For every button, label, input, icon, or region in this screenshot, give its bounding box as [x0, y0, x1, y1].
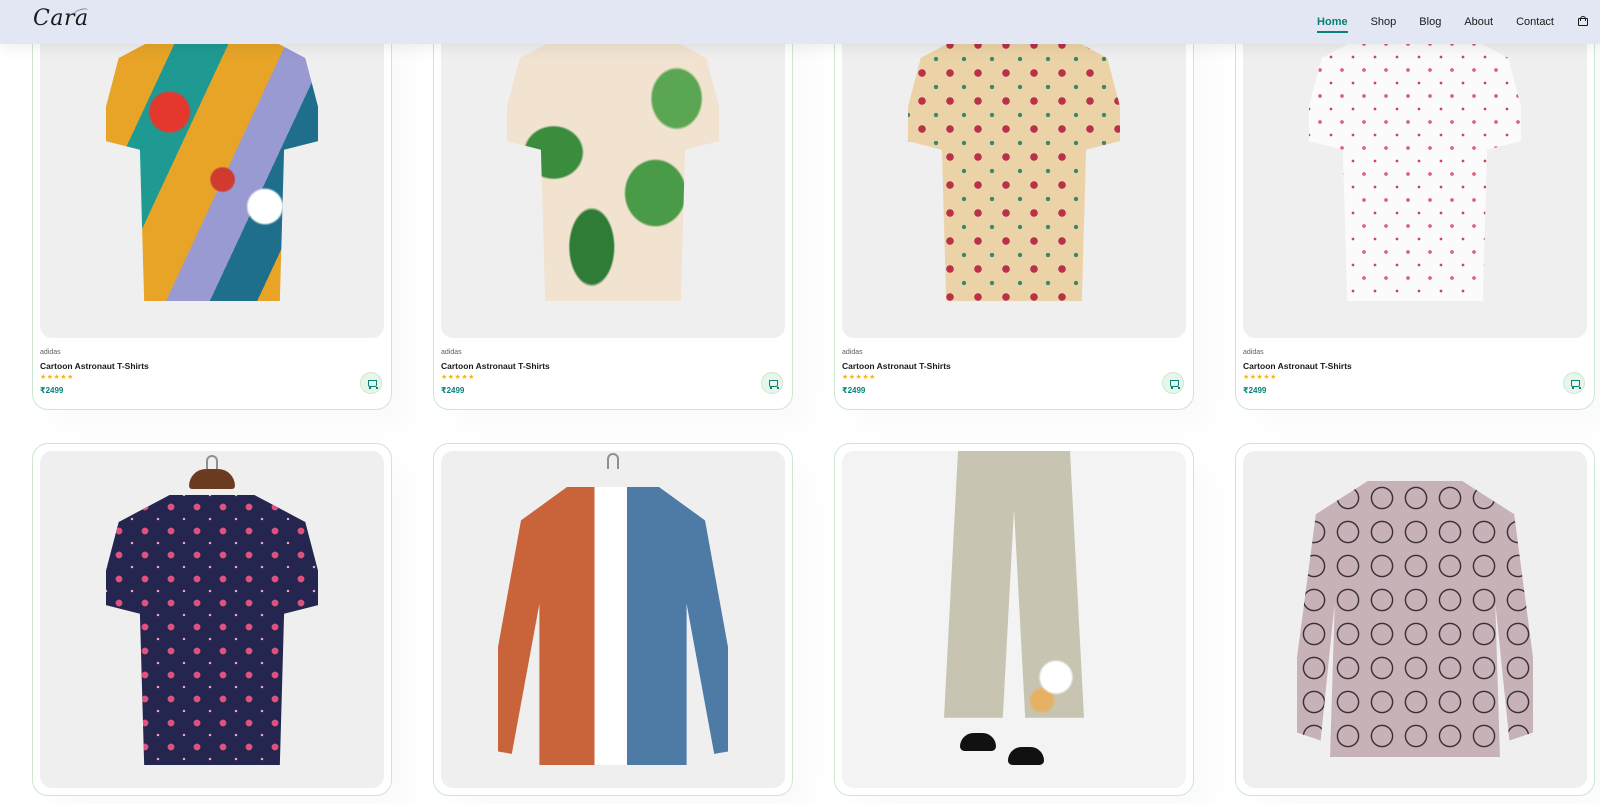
product-card[interactable] — [32, 443, 392, 796]
product-image-cat-print-blouse[interactable] — [1243, 451, 1587, 788]
product-card[interactable]: adidas Cartoon Astronaut T-Shirts ★★★★★ … — [433, 0, 793, 410]
product-image-white-blossom-shirt[interactable] — [1243, 1, 1587, 338]
product-grid: adidas Cartoon Astronaut T-Shirts ★★★★★ … — [0, 0, 1600, 804]
add-to-cart-button[interactable] — [1162, 372, 1184, 394]
product-card[interactable]: adidas Cartoon Astronaut T-Shirts ★★★★★ … — [1235, 0, 1595, 410]
product-brand: adidas — [441, 349, 462, 356]
product-image-colorblock-corduroy-shirt[interactable] — [441, 451, 785, 788]
add-to-cart-button[interactable] — [360, 372, 382, 394]
product-name: Cartoon Astronaut T-Shirts — [40, 361, 149, 371]
rating-stars: ★★★★★ — [441, 374, 475, 381]
product-price: ₹2499 — [1243, 386, 1267, 395]
rating-stars: ★★★★★ — [40, 374, 74, 381]
site-header: Cara Home Shop Blog About Contact — [0, 0, 1600, 44]
product-brand: adidas — [1243, 349, 1264, 356]
product-card[interactable]: adidas Cartoon Astronaut T-Shirts ★★★★★ … — [834, 0, 1194, 410]
product-image-navy-floral-shirt[interactable] — [40, 451, 384, 788]
bag-icon[interactable] — [1578, 16, 1588, 26]
product-image-beige-floral-shirt[interactable] — [842, 1, 1186, 338]
product-name: Cartoon Astronaut T-Shirts — [441, 361, 550, 371]
product-card[interactable] — [1235, 443, 1595, 796]
nav-blog[interactable]: Blog — [1419, 12, 1441, 32]
product-price: ₹2499 — [842, 386, 866, 395]
product-price: ₹2499 — [441, 386, 465, 395]
nav-home[interactable]: Home — [1317, 12, 1348, 33]
add-to-cart-button[interactable] — [761, 372, 783, 394]
product-card[interactable] — [834, 443, 1194, 796]
product-price: ₹2499 — [40, 386, 64, 395]
product-name: Cartoon Astronaut T-Shirts — [1243, 361, 1352, 371]
product-card[interactable] — [433, 443, 793, 796]
add-to-cart-button[interactable] — [1563, 372, 1585, 394]
rating-stars: ★★★★★ — [842, 374, 876, 381]
nav-contact[interactable]: Contact — [1516, 12, 1554, 32]
product-name: Cartoon Astronaut T-Shirts — [842, 361, 951, 371]
product-image-leaf-print-shirt[interactable] — [441, 1, 785, 338]
product-image-abstract-print-shirt[interactable] — [40, 1, 384, 338]
main-nav: Home Shop Blog About Contact — [1294, 0, 1588, 44]
nav-shop[interactable]: Shop — [1371, 12, 1397, 32]
product-brand: adidas — [842, 349, 863, 356]
product-brand: adidas — [40, 349, 61, 356]
product-image-linen-cropped-pants[interactable] — [842, 451, 1186, 788]
product-card[interactable]: adidas Cartoon Astronaut T-Shirts ★★★★★ … — [32, 0, 392, 410]
rating-stars: ★★★★★ — [1243, 374, 1277, 381]
nav-about[interactable]: About — [1464, 12, 1493, 32]
